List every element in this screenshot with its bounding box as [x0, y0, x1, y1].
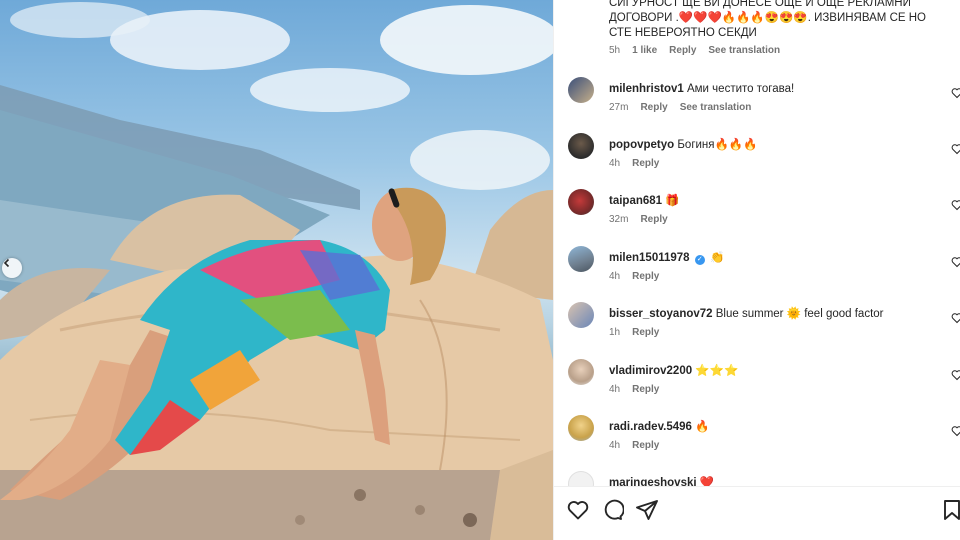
comment-text: ⭐⭐⭐ [695, 365, 739, 377]
partial-comment-meta: 5h 1 like Reply See translation [609, 45, 780, 56]
comment-line: milen15011978 ✓ 👏 [609, 251, 929, 266]
post-photo [0, 0, 553, 540]
comment-text: Богиня🔥🔥🔥 [677, 139, 758, 151]
see-translation-button[interactable]: See translation [680, 102, 752, 113]
like-comment-heart-icon[interactable] [951, 143, 960, 155]
comment-body: maringeshovski ❤️ [609, 476, 929, 486]
comment-item: popovpetyo Богиня🔥🔥🔥 4h Reply [554, 133, 960, 189]
like-comment-heart-icon[interactable] [951, 425, 960, 437]
comment-time: 4h [609, 158, 621, 169]
avatar[interactable] [568, 77, 594, 103]
comment-text: Blue summer 🌞 feel good factor [715, 308, 884, 320]
reply-button[interactable]: Reply [640, 102, 667, 113]
like-comment-heart-icon[interactable] [951, 369, 960, 381]
heart-icon[interactable] [566, 498, 590, 522]
avatar[interactable] [568, 415, 594, 441]
comment-username[interactable]: radi.radev.5496 [609, 421, 692, 433]
avatar[interactable] [568, 246, 594, 272]
reply-button[interactable]: Reply [632, 327, 659, 338]
post-action-bar [554, 486, 960, 540]
comment-item: maringeshovski ❤️ [554, 471, 960, 486]
comment-icon[interactable] [600, 498, 624, 522]
comment-time: 27m [609, 102, 629, 113]
comment-username[interactable]: popovpetyo [609, 139, 674, 151]
comment-meta: 4h Reply [609, 271, 929, 282]
like-comment-heart-icon[interactable] [951, 312, 960, 324]
comment-line: milenhristov1 Ами честито тогава! [609, 82, 929, 97]
avatar[interactable] [568, 133, 594, 159]
comment-line: taipan681 🎁 [609, 194, 929, 209]
avatar[interactable] [568, 302, 594, 328]
comment-meta: 27m Reply See translation [609, 102, 929, 113]
avatar[interactable] [568, 189, 594, 215]
like-comment-heart-icon[interactable] [951, 256, 960, 268]
comment-body: milen15011978 ✓ 👏 4h Reply [609, 251, 929, 282]
reply-button[interactable]: Reply [632, 384, 659, 395]
comment-text: ❤️ [699, 477, 715, 486]
chevron-left-icon [3, 258, 10, 268]
comment-line: popovpetyo Богиня🔥🔥🔥 [609, 138, 929, 153]
comment-body: taipan681 🎁 32m Reply [609, 194, 929, 225]
comment-meta: 32m Reply [609, 214, 929, 225]
avatar[interactable] [568, 471, 594, 486]
comment-body: popovpetyo Богиня🔥🔥🔥 4h Reply [609, 138, 929, 169]
comment-line: radi.radev.5496 🔥 [609, 420, 929, 435]
comment-text: Ами честито тогава! [686, 83, 795, 95]
previous-image-button[interactable] [2, 258, 22, 278]
like-comment-heart-icon[interactable] [951, 199, 960, 211]
comment-line: vladimirov2200 ⭐⭐⭐ [609, 364, 929, 379]
partial-comment-text: СИГУРНОСТ ЩЕ ВИ ДОНЕСЕ ОЩЕ И ОЩЕ РЕКЛАМН… [609, 0, 926, 39]
comment-time: 32m [609, 214, 629, 225]
comment-body: bisser_stoyanov72 Blue summer 🌞 feel goo… [609, 307, 929, 338]
comment-time: 4h [609, 440, 621, 451]
bookmark-icon[interactable] [940, 498, 960, 522]
avatar[interactable] [568, 359, 594, 385]
comment-username[interactable]: vladimirov2200 [609, 365, 692, 377]
comment-body: radi.radev.5496 🔥 4h Reply [609, 420, 929, 451]
comment-item: milen15011978 ✓ 👏 4h Reply [554, 246, 960, 302]
see-translation-button[interactable]: See translation [708, 45, 780, 56]
share-icon[interactable] [635, 498, 659, 522]
comment-time: 1h [609, 327, 621, 338]
verified-badge-icon: ✓ [694, 255, 705, 265]
beach-scene-image [0, 2, 553, 540]
comment-time: 4h [609, 384, 621, 395]
reply-button[interactable]: Reply [669, 45, 696, 56]
comment-line: maringeshovski ❤️ [609, 476, 929, 486]
comment-username[interactable]: maringeshovski [609, 477, 697, 486]
comments-list: СИГУРНОСТ ЩЕ ВИ ДОНЕСЕ ОЩЕ И ОЩЕ РЕКЛАМН… [554, 0, 960, 486]
comment-username[interactable]: bisser_stoyanov72 [609, 308, 713, 320]
reply-button[interactable]: Reply [640, 214, 667, 225]
comments-panel: СИГУРНОСТ ЩЕ ВИ ДОНЕСЕ ОЩЕ И ОЩЕ РЕКЛАМН… [553, 0, 960, 540]
comment-meta: 1h Reply [609, 327, 929, 338]
comment-item: vladimirov2200 ⭐⭐⭐ 4h Reply [554, 359, 960, 415]
comment-item: bisser_stoyanov72 Blue summer 🌞 feel goo… [554, 302, 960, 358]
comment-username[interactable]: milenhristov1 [609, 83, 684, 95]
comment-item: milenhristov1 Ами честито тогава! 27m Re… [554, 77, 960, 133]
reply-button[interactable]: Reply [632, 271, 659, 282]
comment-item: radi.radev.5496 🔥 4h Reply [554, 415, 960, 471]
comment-body: milenhristov1 Ами честито тогава! 27m Re… [609, 82, 929, 113]
comment-username[interactable]: taipan681 [609, 195, 662, 207]
comment-likes-link[interactable]: 1 like [632, 45, 657, 56]
like-comment-heart-icon[interactable] [951, 87, 960, 99]
comment-body: vladimirov2200 ⭐⭐⭐ 4h Reply [609, 364, 929, 395]
comment-username[interactable]: milen15011978 [609, 252, 690, 264]
comment-time: 5h [609, 45, 621, 56]
comment-line: bisser_stoyanov72 Blue summer 🌞 feel goo… [609, 307, 929, 322]
comment-item: taipan681 🎁 32m Reply [554, 189, 960, 245]
comment-text: 🔥 [695, 421, 710, 433]
comment-meta: 4h Reply [609, 440, 929, 451]
comment-meta: 4h Reply [609, 158, 929, 169]
comment-text: 👏 [709, 252, 725, 264]
reply-button[interactable]: Reply [632, 440, 659, 451]
comment-text: 🎁 [665, 195, 680, 207]
comment-meta: 4h Reply [609, 384, 929, 395]
reply-button[interactable]: Reply [632, 158, 659, 169]
comment-time: 4h [609, 271, 621, 282]
